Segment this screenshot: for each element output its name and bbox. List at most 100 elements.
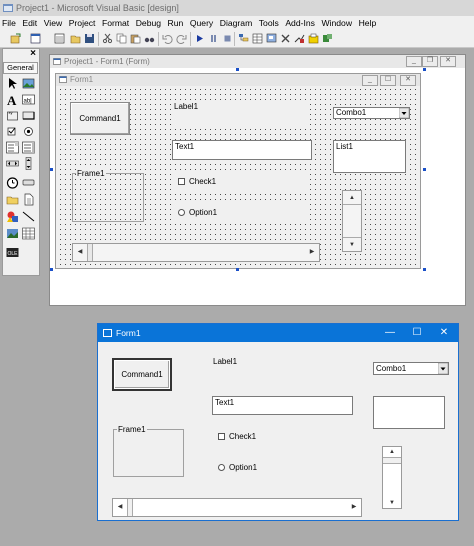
menu-add-ins[interactable]: Add-Ins [283,16,317,30]
open-project-icon[interactable] [70,33,81,44]
design-form-close-icon[interactable]: ✕ [400,75,416,86]
project-window-restore-icon[interactable]: ❐ [422,56,438,67]
paste-icon[interactable] [130,33,141,44]
redo-icon[interactable] [176,33,187,44]
project-window-close-icon[interactable]: ✕ [440,56,456,67]
picturebox-icon[interactable] [22,77,35,90]
optionbutton-icon[interactable] [22,125,35,138]
combobox-icon[interactable] [6,141,19,154]
timer-icon[interactable] [6,176,19,189]
design-text-box[interactable]: Text1 [172,140,312,160]
runtime-vscroll-down-icon[interactable]: ▼ [383,498,401,508]
runtime-list-box[interactable] [373,396,445,429]
menu-tools[interactable]: Tools [257,16,281,30]
runtime-maximize-icon[interactable]: ☐ [405,324,429,342]
runtime-hscroll-left-icon[interactable]: ◀ [113,499,127,516]
resize-handle[interactable] [423,68,426,71]
filelistbox-icon[interactable] [22,193,35,206]
runtime-option-button[interactable] [218,464,225,471]
runtime-combo-chevron-down-icon[interactable] [438,363,448,374]
menu-edit[interactable]: Edit [20,16,39,30]
hscrollbar-icon[interactable] [6,157,19,170]
break-icon[interactable] [208,33,219,44]
design-form-minimize-icon[interactable]: _ [362,75,378,86]
resize-handle[interactable] [50,168,53,171]
design-option-circle[interactable] [178,209,185,216]
project-explorer-icon[interactable] [238,33,249,44]
runtime-text-box[interactable]: Text1 [212,396,353,415]
design-vertical-scrollbar[interactable]: ▲ ▼ [342,190,362,252]
resize-handle[interactable] [50,268,53,271]
data-icon[interactable] [22,227,35,240]
design-horizontal-scrollbar[interactable]: ◀ ▶ [72,243,320,262]
properties-window-icon[interactable] [252,33,263,44]
form-layout-icon[interactable] [266,33,277,44]
menu-diagram[interactable]: Diagram [218,16,254,30]
ole-icon[interactable]: OLE [6,246,19,259]
design-check-box[interactable]: Check1 [172,172,307,192]
start-icon[interactable] [194,33,205,44]
runtime-check-box[interactable] [218,433,225,440]
runtime-vscroll-up-icon[interactable]: ▲ [383,447,401,457]
runtime-minimize-icon[interactable]: — [378,324,402,342]
line-icon[interactable] [22,210,35,223]
design-option-button[interactable]: Option1 [172,203,307,223]
project-window-minimize-icon[interactable]: _ [406,56,422,67]
design-combo[interactable]: Combo1 [333,107,410,119]
drivelistbox-icon[interactable] [22,176,35,189]
find-icon[interactable] [144,33,155,44]
resize-handle[interactable] [236,268,239,271]
design-hscroll-thumb[interactable] [87,244,93,261]
design-combo-chevron-down-icon[interactable] [399,108,409,118]
textbox-icon[interactable]: ab| [22,93,35,106]
design-frame[interactable] [72,173,144,222]
menu-debug[interactable]: Debug [134,16,163,30]
menu-view[interactable]: View [42,16,64,30]
toolbox-close-icon[interactable]: × [28,49,38,59]
pointer-icon[interactable] [6,77,19,90]
design-vscroll-up-icon[interactable]: ▲ [343,191,361,205]
undo-icon[interactable] [162,33,173,44]
menu-window[interactable]: Window [319,16,354,30]
menu-run[interactable]: Run [166,16,186,30]
cut-icon[interactable] [102,33,113,44]
design-form-maximize-icon[interactable]: ☐ [380,75,396,86]
image-icon[interactable] [6,227,19,240]
visual-component-manager-icon[interactable] [322,33,333,44]
vscrollbar-icon[interactable] [22,157,35,170]
resize-handle[interactable] [423,268,426,271]
runtime-hscroll-thumb[interactable] [127,499,133,516]
runtime-vertical-scrollbar[interactable]: ▲ ▼ [382,446,402,509]
add-project-icon[interactable] [10,33,21,44]
design-hscroll-left-icon[interactable]: ◀ [73,244,87,261]
object-browser-icon[interactable] [280,33,291,44]
toolbox-tab-general[interactable]: General [3,62,38,74]
frame-icon[interactable]: xy [6,109,19,122]
menu-project[interactable]: Project [67,16,98,30]
copy-icon[interactable] [116,33,127,44]
resize-handle[interactable] [236,68,239,71]
shape-icon[interactable] [6,210,19,223]
dirlistbox-icon[interactable] [6,193,19,206]
menu-format[interactable]: Format [100,16,131,30]
runtime-combo[interactable]: Combo1 [373,362,449,375]
menu-file[interactable]: File [0,16,18,30]
runtime-command-button[interactable]: Command1 [112,358,172,391]
checkbox-icon[interactable] [6,125,19,138]
menu-help[interactable]: Help [357,16,379,30]
save-project-icon[interactable] [84,33,95,44]
end-icon[interactable] [222,33,233,44]
data-view-icon[interactable] [308,33,319,44]
design-list-box[interactable]: List1 [333,140,406,173]
design-vscroll-down-icon[interactable]: ▼ [343,237,361,251]
runtime-horizontal-scrollbar[interactable]: ◀ ▶ [112,498,362,517]
toolbox-icon[interactable] [294,33,305,44]
runtime-hscroll-right-icon[interactable]: ▶ [347,499,361,516]
menu-query[interactable]: Query [188,16,215,30]
runtime-vscroll-thumb[interactable] [383,457,401,464]
listbox-icon[interactable] [22,141,35,154]
label-icon[interactable]: A [6,93,19,106]
add-form-icon[interactable] [30,33,41,44]
runtime-close-icon[interactable]: ✕ [432,324,456,342]
design-hscroll-right-icon[interactable]: ▶ [305,244,319,261]
